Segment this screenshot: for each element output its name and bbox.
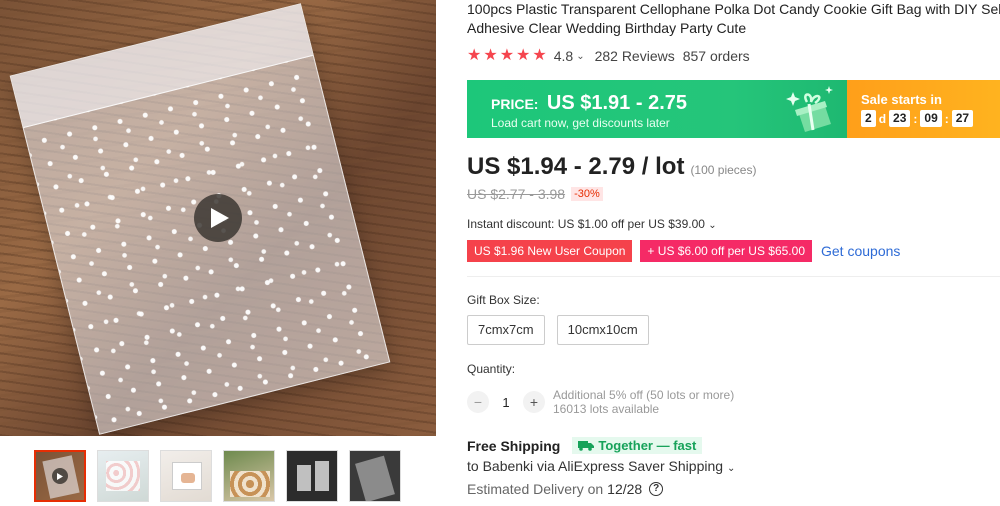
size-options: 7cmx7cm 10cmx10cm (467, 315, 649, 345)
countdown-days: 2 (861, 110, 876, 127)
star-icon: ★ (483, 47, 498, 64)
thumbnail-video[interactable] (34, 450, 86, 502)
ship-to-selector[interactable]: to Babenki via AliExpress Saver Shipping… (467, 458, 735, 474)
quantity-label: Quantity: (467, 362, 516, 376)
get-coupons-link[interactable]: Get coupons (821, 243, 900, 259)
star-icon: ★ (467, 47, 482, 64)
rating-row: ★ ★ ★ ★ ★ 4.8 ⌄ 282 Reviews 857 orders (467, 47, 1000, 65)
original-price: US $2.77 - 3.98 (467, 186, 566, 202)
countdown-seconds: 27 (951, 110, 974, 127)
banner-price-range: US $1.91 - 2.75 (546, 92, 687, 114)
quantity-stepper: − 1 + Additional 5% off (50 lots or more… (467, 388, 734, 416)
product-info-panel: 100pcs Plastic Transparent Cellophane Po… (467, 0, 1000, 497)
size-option-7cm[interactable]: 7cmx7cm (467, 315, 545, 345)
sale-countdown-panel: Sale starts in 2 d 23 : 09 : 27 (847, 80, 1000, 138)
bulk-discount-note: Additional 5% off (50 lots or more) (553, 388, 735, 402)
delivery-date: 12/28 (607, 481, 643, 497)
price-banner-main: PRICE: US $1.91 - 2.75 Load cart now, ge… (467, 80, 847, 138)
countdown-hours: 23 (889, 110, 911, 127)
together-badge: Together — fast (572, 437, 703, 454)
original-price-row: US $2.77 - 3.98 -30% (467, 186, 603, 202)
orders-count: 857 orders (682, 48, 750, 64)
star-icon: ★ (499, 47, 515, 64)
thumbnail-image[interactable] (97, 450, 149, 502)
price-banner: PRICE: US $1.91 - 2.75 Load cart now, ge… (467, 80, 1000, 138)
thumbnail-strip (34, 450, 401, 502)
gift-box-icon (786, 86, 833, 132)
countdown-timer: 2 d 23 : 09 : 27 (861, 110, 1000, 127)
thumbnail-image[interactable] (160, 450, 212, 502)
price-label: PRICE: (491, 96, 539, 112)
thumbnail-image[interactable] (349, 450, 401, 502)
decrease-quantity-button[interactable]: − (467, 391, 489, 413)
size-option-10cm[interactable]: 10cmx10cm (556, 315, 649, 345)
thumbnail-image[interactable] (223, 450, 275, 502)
play-video-icon[interactable] (194, 194, 242, 242)
star-icon: ★ (516, 47, 531, 64)
rating-stars: ★ ★ ★ ★ ★ (467, 48, 547, 64)
size-label: Gift Box Size: (467, 293, 540, 307)
countdown-days-label: d (878, 111, 887, 126)
countdown-minutes: 09 (920, 110, 942, 127)
shipping-row: Free Shipping Together — fast (467, 437, 703, 454)
delivery-label: Estimated Delivery on (467, 481, 604, 497)
estimated-delivery: Estimated Delivery on 12/28 ? (467, 481, 664, 497)
chevron-down-icon[interactable]: ⌄ (576, 51, 584, 62)
main-product-image[interactable] (0, 0, 436, 436)
quantity-input[interactable]: 1 (489, 395, 523, 410)
star-icon: ★ (532, 47, 547, 64)
reviews-link[interactable]: 282 Reviews (595, 48, 675, 64)
free-shipping-label: Free Shipping (467, 437, 561, 454)
thumbnail-image[interactable] (286, 450, 338, 502)
rating-value[interactable]: 4.8 (554, 48, 573, 64)
lot-pieces: (100 pieces) (690, 163, 757, 177)
divider (467, 276, 1000, 277)
sale-starts-label: Sale starts in (861, 92, 942, 107)
stock-available: 16013 lots available (553, 402, 660, 416)
product-title: 100pcs Plastic Transparent Cellophane Po… (467, 1, 1000, 36)
current-price: US $1.94 - 2.79 / lot (467, 153, 685, 180)
instant-discount[interactable]: Instant discount: US $1.00 off per US $3… (467, 217, 717, 231)
coupon-row: US $1.96 New User Coupon + US $6.00 off … (467, 240, 900, 262)
increase-quantity-button[interactable]: + (523, 391, 545, 413)
current-price-row: US $1.94 - 2.79 / lot (100 pieces) (467, 153, 756, 181)
quantity-note: Additional 5% off (50 lots or more) 1601… (553, 388, 734, 416)
chevron-down-icon: ⌄ (708, 220, 717, 231)
chevron-down-icon: ⌄ (726, 463, 736, 474)
play-icon (52, 468, 68, 484)
help-icon[interactable]: ? (649, 482, 664, 496)
store-coupon[interactable]: + US $6.00 off per US $65.00 (640, 240, 812, 262)
discount-badge: -30% (571, 187, 603, 201)
truck-icon (578, 441, 595, 451)
new-user-coupon[interactable]: US $1.96 New User Coupon (467, 240, 633, 262)
